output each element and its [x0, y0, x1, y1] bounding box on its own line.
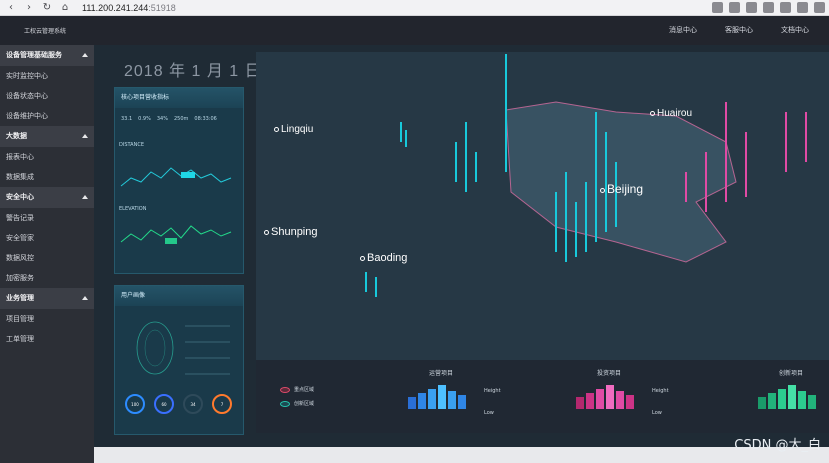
panel-title: 用户画像	[115, 286, 243, 306]
back-icon[interactable]: ‹	[4, 1, 18, 15]
sidebar-group-label: 安全中心	[6, 193, 34, 201]
sidebar-group-security[interactable]: 安全中心	[0, 187, 94, 208]
legend-group-investment: 投资项目 Height Low	[574, 368, 694, 421]
legend-low-label: Low	[484, 410, 494, 416]
city-marker-icon	[264, 230, 269, 235]
nav-service-center[interactable]: 客服中心	[725, 25, 753, 35]
browser-toolbar: ‹ › ↻ ⌂ 111.200.241.244:51918	[0, 0, 829, 16]
innovation-cylinders	[758, 385, 816, 409]
operation-cylinders	[408, 385, 466, 409]
stat-value: 0.9%	[138, 116, 151, 122]
top-nav: 消息中心 客服中心 文档中心	[669, 25, 809, 35]
legend-high-label: Height	[484, 388, 501, 394]
sidebar-item[interactable]: 项目管理	[0, 309, 94, 329]
extension-icon[interactable]	[780, 2, 791, 13]
map-city-label: Beijing	[600, 182, 643, 196]
address-bar[interactable]: 111.200.241.244:51918	[82, 3, 176, 13]
menu-icon[interactable]	[814, 2, 825, 13]
map-legend: 重点区域 创新区域 运营项目 Height Low 投资项目 Height Lo…	[256, 360, 829, 433]
home-icon[interactable]: ⌂	[58, 1, 72, 15]
url-port: :51918	[148, 2, 176, 13]
extension-icon[interactable]	[746, 2, 757, 13]
panel-title: 核心项目营收指标	[115, 88, 243, 108]
forward-icon[interactable]: ›	[22, 1, 36, 15]
caret-up-icon	[82, 296, 88, 300]
reload-icon[interactable]: ↻	[40, 1, 54, 15]
map-city-label: Huairou	[650, 108, 692, 119]
legend-low-label: Low	[652, 410, 662, 416]
map-graphic	[365, 54, 807, 297]
sidebar-group-bigdata[interactable]: 大数据	[0, 126, 94, 147]
3d-map[interactable]: Lingqiu Huairou Beijing Shunping Baoding	[256, 52, 829, 360]
stats-row: 33.1 0.9% 34% 250m 08:33:06	[115, 108, 243, 122]
sidebar: 设备管理基础服务 实时监控中心 设备状态中心 设备维护中心 大数据 报表中心 数…	[0, 45, 94, 463]
progress-ring: 34	[183, 394, 203, 414]
stat-value: 34%	[156, 116, 168, 122]
stat-value: 250m	[173, 116, 189, 122]
sidebar-group-device[interactable]: 设备管理基础服务	[0, 45, 94, 66]
caret-up-icon	[82, 53, 88, 57]
face-wireframe-image	[136, 321, 230, 375]
legend-group-operation: 运营项目 Height Low	[406, 368, 596, 421]
legend-innovation-area: 创新区域	[280, 400, 314, 407]
progress-ring: 7	[212, 394, 232, 414]
sidebar-item[interactable]: 安全管家	[0, 228, 94, 248]
elevation-marker	[165, 238, 177, 244]
nav-message-center[interactable]: 消息中心	[669, 25, 697, 35]
city-marker-icon	[650, 111, 655, 116]
sidebar-item[interactable]: 设备状态中心	[0, 86, 94, 106]
investment-cylinders	[576, 385, 634, 409]
dashboard-date: 2018 年 1 月 1 日	[124, 63, 262, 80]
sidebar-item[interactable]: 设备维护中心	[0, 106, 94, 126]
map-city-label: Baoding	[360, 252, 407, 264]
core-metrics-panel: 核心项目营收指标 33.1 0.9% 34% 250m 08:33:06 DIS…	[114, 87, 244, 274]
distance-label: DISTANCE	[119, 142, 144, 148]
sidebar-item[interactable]: 警告记录	[0, 208, 94, 228]
caret-up-icon	[82, 134, 88, 138]
app-title: 工权云管理系统	[24, 28, 67, 35]
map-city-label: Lingqiu	[274, 124, 313, 135]
sidebar-group-business[interactable]: 业务管理	[0, 288, 94, 309]
stat-value: 33.1	[121, 116, 133, 122]
dashboard-main: 2018 年 1 月 1 日 核心项目营收指标 33.1 0.9% 34% 25…	[94, 45, 829, 447]
city-marker-icon	[274, 127, 279, 132]
sidebar-item[interactable]: 实时监控中心	[0, 66, 94, 86]
sidebar-item[interactable]: 工单管理	[0, 329, 94, 349]
sidebar-item[interactable]: 加密服务	[0, 268, 94, 288]
sidebar-group-label: 业务管理	[6, 294, 34, 302]
elevation-label: ELEVATION	[119, 206, 147, 212]
key-area-swatch	[280, 386, 290, 393]
city-marker-icon	[360, 256, 365, 261]
caret-up-icon	[82, 195, 88, 199]
bottom-bar	[94, 447, 829, 463]
map-city-label: Shunping	[264, 226, 318, 238]
sidebar-item[interactable]: 数据风控	[0, 248, 94, 268]
url-host: 111.200.241.244	[82, 2, 149, 13]
sidebar-item[interactable]: 数据集成	[0, 167, 94, 187]
distance-marker	[181, 172, 195, 178]
city-marker-icon	[600, 188, 605, 193]
legend-high-label: Height	[652, 388, 669, 394]
distance-chart	[120, 167, 232, 187]
extension-icon[interactable]	[729, 2, 740, 13]
sidebar-group-label: 大数据	[6, 132, 27, 140]
sidebar-group-label: 设备管理基础服务	[6, 51, 62, 59]
legend-group-innovation: 创新项目	[756, 368, 829, 421]
legend-key-area: 重点区域	[280, 386, 314, 393]
app-header: 工权云管理系统 消息中心 客服中心 文档中心	[0, 16, 829, 45]
extension-icon[interactable]	[763, 2, 774, 13]
watermark: CSDN @大_白	[734, 438, 821, 453]
elevation-chart	[120, 225, 232, 244]
progress-ring: 100	[125, 394, 145, 414]
extension-icons	[712, 2, 825, 13]
nav-doc-center[interactable]: 文档中心	[781, 25, 809, 35]
extension-icon[interactable]	[712, 2, 723, 13]
ring-row: 100 60 34 7	[115, 390, 243, 418]
innovation-area-swatch	[280, 400, 290, 407]
sidebar-item[interactable]: 报表中心	[0, 147, 94, 167]
user-portrait-panel: 用户画像 100 60 34 7	[114, 285, 244, 435]
stat-value: 08:33:06	[194, 116, 217, 122]
extension-icon[interactable]	[797, 2, 808, 13]
progress-ring: 60	[154, 394, 174, 414]
